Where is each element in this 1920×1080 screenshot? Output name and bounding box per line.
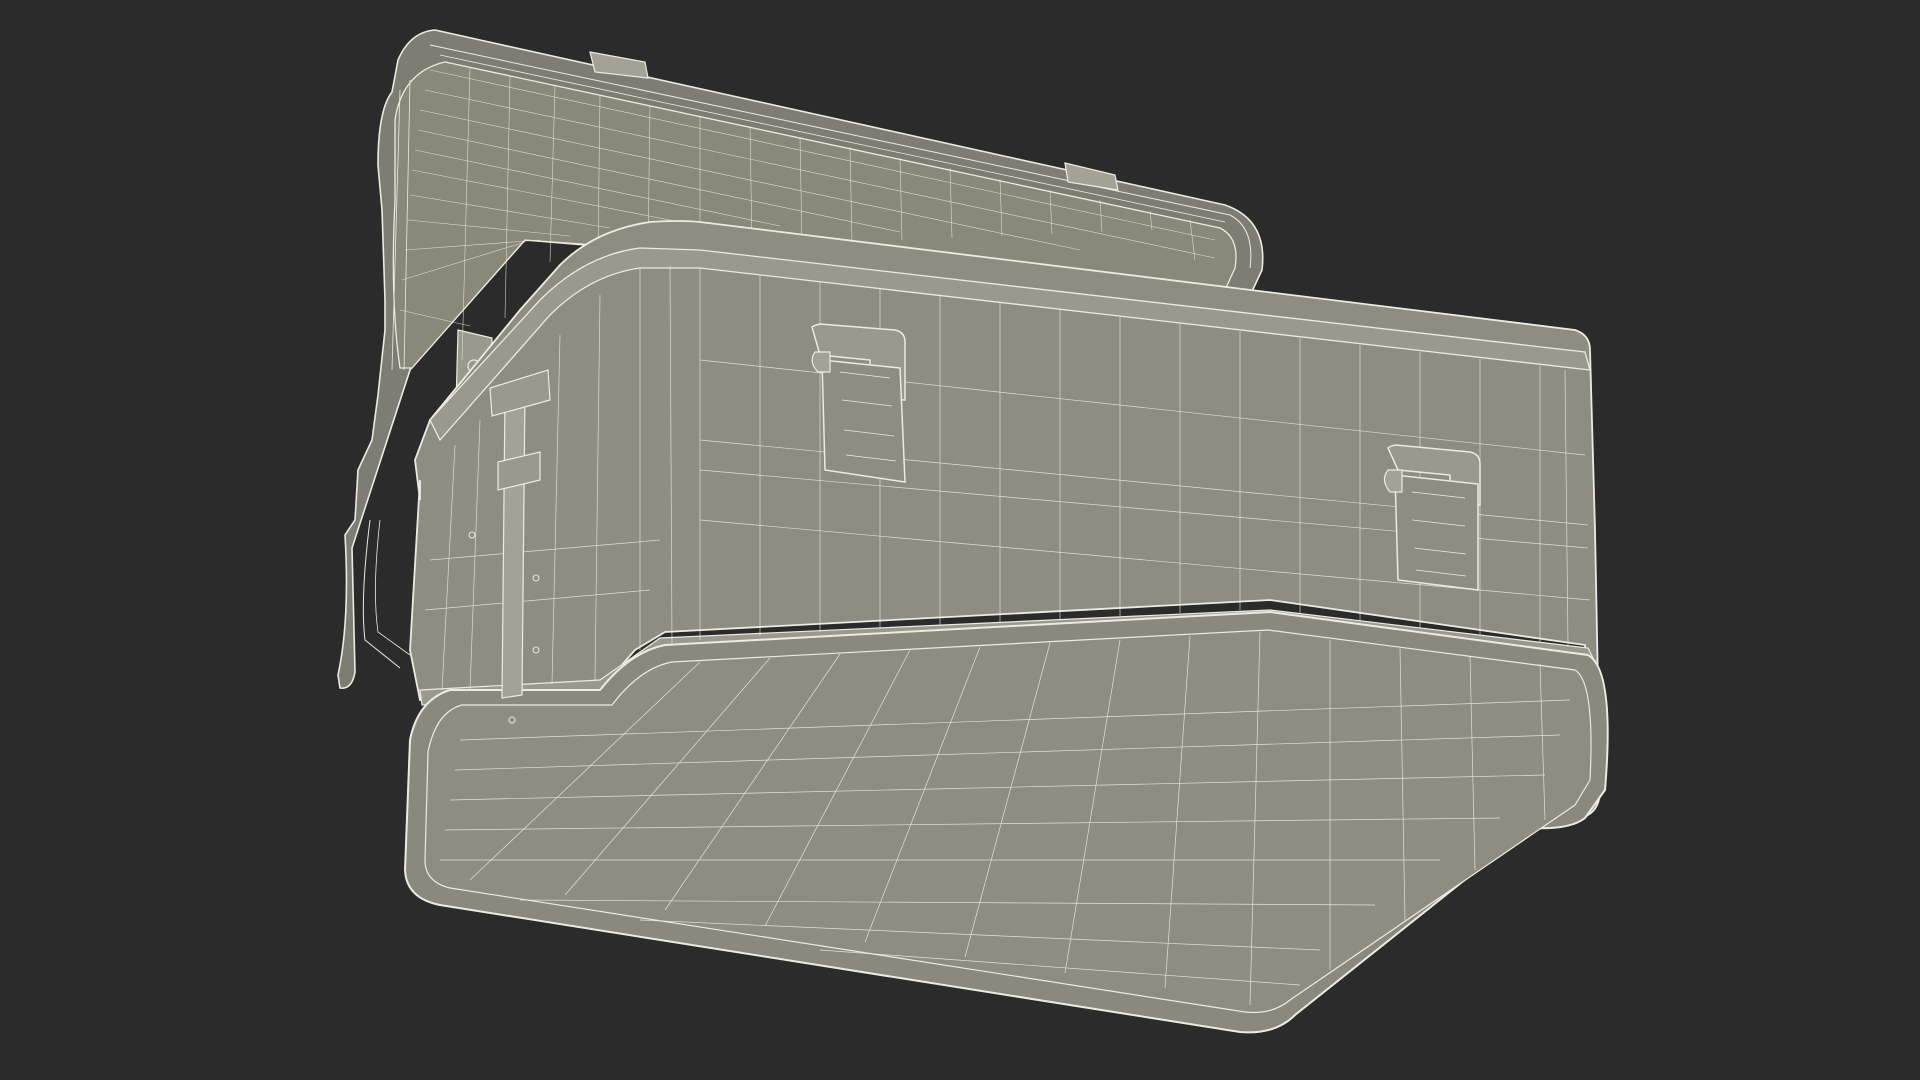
- lid-rim-line: [375, 519, 411, 656]
- latch-right: [1383, 444, 1481, 591]
- case-body: [404, 220, 1609, 1034]
- wireframe-render: [337, 29, 1609, 1034]
- lid-rim-line: [362, 519, 401, 669]
- latch-left: [811, 323, 906, 483]
- end-strap: [501, 389, 526, 699]
- viewport: [0, 0, 1920, 1080]
